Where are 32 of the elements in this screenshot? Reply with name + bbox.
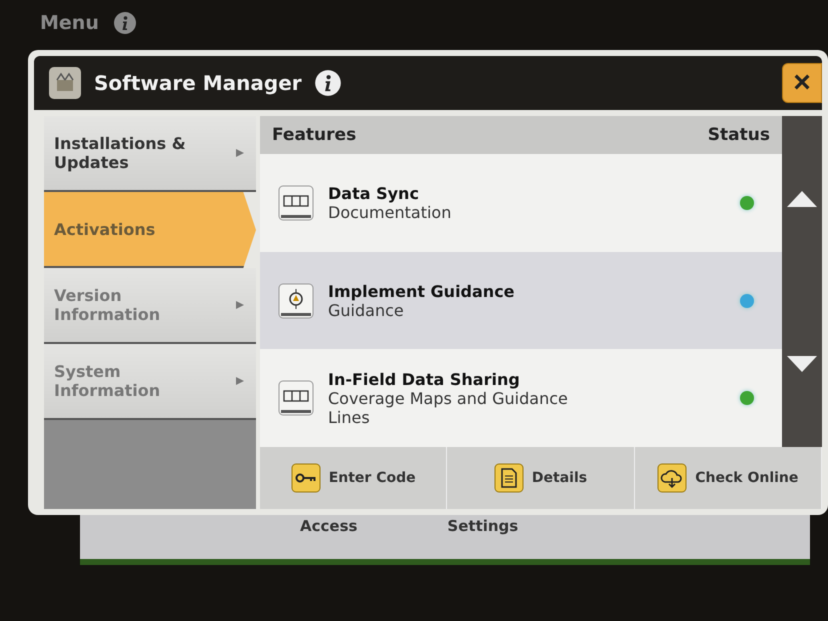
feature-name: Implement Guidance — [328, 282, 516, 300]
feature-row[interactable]: Implement Guidance Guidance — [260, 252, 782, 350]
key-icon — [290, 463, 321, 493]
column-header: Features — [272, 125, 356, 145]
feature-name: In-Field Data Sharing — [328, 370, 521, 389]
feature-category: Documentation — [328, 202, 452, 222]
action-button[interactable]: Check Online — [634, 447, 822, 509]
counter-icon — [278, 184, 314, 221]
sidebar-item[interactable]: Activations — [44, 192, 256, 268]
info-icon[interactable] — [314, 69, 342, 97]
action-button[interactable]: Details — [447, 447, 635, 509]
compass-icon — [278, 282, 314, 318]
cloud-download-icon — [657, 463, 688, 493]
package-icon — [48, 66, 82, 100]
arrow-icon — [236, 377, 244, 385]
feature-category: Coverage Maps and Guidance Lines — [328, 388, 569, 427]
column-header: Status — [708, 125, 770, 145]
close-button[interactable]: × — [782, 63, 822, 103]
document-icon — [494, 463, 524, 493]
scroll-up-icon[interactable] — [787, 190, 817, 207]
scroll-down-icon[interactable] — [787, 356, 817, 372]
menu-title: Menu — [40, 12, 99, 34]
feature-category: Guidance — [328, 300, 405, 320]
tab-label: Access — [300, 517, 358, 537]
arrow-icon — [236, 149, 244, 157]
window-title: Software Manager — [94, 71, 302, 95]
action-button[interactable]: Enter Code — [260, 447, 448, 509]
sidebar-item[interactable]: Installations & Updates — [44, 116, 256, 192]
counter-icon — [278, 380, 314, 416]
feature-name: Data Sync — [328, 184, 420, 203]
tab-label: Settings — [447, 517, 518, 537]
arrow-icon — [236, 301, 244, 309]
